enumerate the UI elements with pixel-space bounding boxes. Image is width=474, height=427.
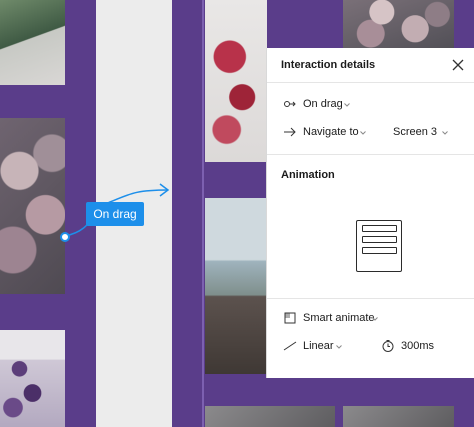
easing-select[interactable]: Linear <box>303 340 334 352</box>
action-row[interactable]: Navigate to Screen 3 <box>267 120 474 144</box>
linear-ease-icon <box>283 341 297 351</box>
interaction-details-panel: Interaction details On drag Navigate to … <box>266 48 474 378</box>
close-icon[interactable] <box>449 56 467 74</box>
animation-preview <box>267 194 474 298</box>
divider <box>267 154 474 155</box>
animation-section-title: Animation <box>281 169 335 181</box>
chevron-down-icon <box>344 103 350 107</box>
chevron-down-icon <box>372 317 378 321</box>
smart-animate-icon <box>284 312 296 324</box>
animation-type-row[interactable]: Smart animate <box>267 306 474 330</box>
chevron-down-icon <box>360 131 366 135</box>
panel-title: Interaction details <box>281 59 376 71</box>
action-select[interactable]: Navigate to <box>303 126 359 138</box>
timer-icon <box>382 340 394 352</box>
phone-preview-icon <box>356 220 402 272</box>
divider <box>267 298 474 299</box>
animation-type-select[interactable]: Smart animate <box>303 312 375 324</box>
duration-input[interactable]: 300ms <box>401 340 434 352</box>
trigger-badge[interactable]: On drag <box>86 202 144 226</box>
trigger-row[interactable]: On drag <box>267 92 474 116</box>
easing-row[interactable]: Linear 300ms <box>267 334 474 358</box>
chevron-down-icon <box>336 345 342 349</box>
arrow-right-icon <box>284 127 296 137</box>
trigger-select[interactable]: On drag <box>303 98 343 110</box>
chevron-down-icon <box>442 131 448 135</box>
panel-header: Interaction details <box>267 48 474 83</box>
destination-select[interactable]: Screen 3 <box>393 126 437 138</box>
drag-trigger-icon <box>284 101 296 107</box>
